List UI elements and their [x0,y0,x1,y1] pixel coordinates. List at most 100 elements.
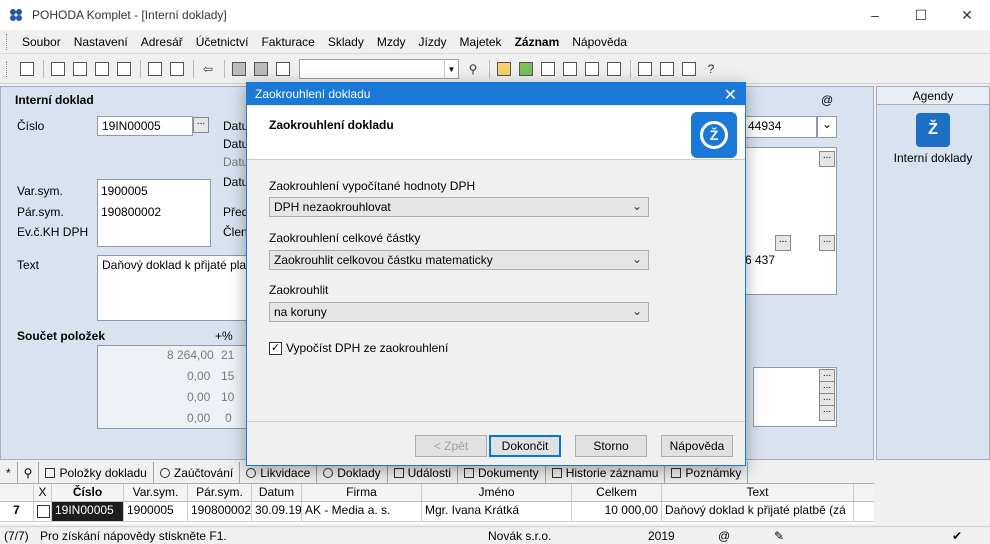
row-celkem: 10 000,00 [572,502,662,521]
finish-button[interactable]: Dokončit [489,435,561,457]
tab-polozky-dokladu[interactable]: Položky dokladu [39,461,154,484]
tab-filter-icon[interactable]: ⚲ [18,461,40,484]
row-varsym: 1900005 [124,502,188,521]
col-index [0,484,34,501]
minimize-button[interactable]: – [852,0,898,30]
filter-icon[interactable]: ⚲ [463,59,483,79]
internal-documents-icon[interactable]: Ž [916,113,950,147]
address-picker-button[interactable]: ... [819,151,835,167]
list-icon[interactable] [657,59,677,79]
cislo-picker-button[interactable]: ... [193,117,209,133]
round-to-select[interactable]: na koruny ⌄ [269,302,649,322]
pen-icon[interactable]: ✎ [774,529,784,543]
folder-icon[interactable] [494,59,514,79]
text-field[interactable]: Daňový doklad k přijaté plat [97,255,247,321]
vat-from-rounding-checkbox[interactable]: ✓ Vypočíst DPH ze zaokrouhlení [269,341,448,355]
money-icon[interactable] [516,59,536,79]
cislo-field[interactable]: 19IN00005 [97,116,193,136]
col-text[interactable]: Text [662,484,854,501]
filter-combo[interactable]: ▼ [299,59,459,79]
accounting-year: 2019 [648,529,675,543]
right-combo-field[interactable]: 44934 [743,116,817,138]
copy-icon[interactable] [273,59,293,79]
window-icon[interactable] [679,59,699,79]
email-status-icon[interactable]: @ [718,529,730,543]
edit-icon[interactable] [167,59,187,79]
chevron-down-icon: ⌄ [631,252,642,266]
maximize-button[interactable]: ☐ [898,0,944,30]
varsym-field[interactable]: 1900005 [101,184,148,198]
col-jmeno[interactable]: Jméno [422,484,572,501]
col-x[interactable]: X [34,484,52,501]
menu-sklady[interactable]: Sklady [323,35,369,49]
grid-icon[interactable] [582,59,602,79]
menu-fakturace[interactable]: Fakturace [256,35,319,49]
menu-mzdy[interactable]: Mzdy [372,35,411,49]
dialog-header-title: Zaokrouhlení dokladu [269,118,394,132]
menu-napoveda[interactable]: Nápověda [567,35,632,49]
checkbox-checked-icon[interactable]: ✓ [269,341,282,355]
document-icon [463,467,474,478]
new-record-icon[interactable] [145,59,165,79]
document-icon [671,467,682,478]
window-title: POHODA Komplet - [Interní doklady] [32,8,227,22]
col-celkem[interactable]: Celkem [572,484,662,501]
save-copy-icon[interactable] [251,59,271,79]
info-icon [159,467,170,478]
print-icon[interactable] [48,59,68,79]
calendar-icon[interactable] [560,59,580,79]
right-combo-arrow[interactable]: ⌄ [817,116,837,138]
tab-star[interactable]: * [0,461,18,484]
cancel-button[interactable]: Storno [575,435,647,457]
menu-ucetnictvi[interactable]: Účetnictví [191,35,254,49]
col-firma[interactable]: Firma [302,484,422,501]
menu-majetek[interactable]: Majetek [455,35,507,49]
col-varsym[interactable]: Var.sym. [124,484,188,501]
address-picker-button-3[interactable]: ... [819,235,835,251]
print-setup-icon[interactable] [70,59,90,79]
check-status-icon[interactable]: ✔ [952,529,962,543]
menu-bar: Soubor Nastavení Adresář Účetnictví Fakt… [0,30,990,54]
table-row[interactable]: 7 19IN00005 1900005 190800002 30.09.19 A… [0,502,874,522]
print-preview-icon[interactable] [92,59,112,79]
form-heading: Interní doklad [15,93,94,107]
message-icon[interactable] [635,59,655,79]
calculator-icon[interactable] [538,59,558,79]
back-button[interactable]: < Zpět [415,435,487,457]
clen-label: Člen [223,225,248,239]
dph-rounding-select[interactable]: DPH nezaokrouhlovat ⌄ [269,197,649,217]
sum-amount-2: 0,00 [187,369,211,383]
menu-adresar[interactable]: Adresář [136,35,188,49]
text-label: Text [17,258,40,272]
col-datum[interactable]: Datum [252,484,302,501]
address-picker-button-2[interactable]: ... [775,235,791,251]
list-icon [393,467,404,478]
menu-zaznam[interactable]: Záznam [510,35,565,49]
export-icon[interactable] [114,59,134,79]
back-arrow-icon[interactable]: ⇦ [198,59,218,79]
menu-nastaveni[interactable]: Nastavení [69,35,133,49]
notes-button-4[interactable]: ... [819,405,835,421]
agendy-item-interni-doklady[interactable]: Interní doklady [877,151,989,165]
save-icon[interactable] [229,59,249,79]
total-rounding-select[interactable]: Zaokrouhlit celkovou částku matematicky … [269,250,649,270]
menu-jizdy[interactable]: Jízdy [414,35,452,49]
dialog-close-icon[interactable]: ✕ [724,85,737,105]
iban-icon[interactable] [604,59,624,79]
close-window-button[interactable]: ✕ [944,0,990,30]
tab-zauctovani[interactable]: Zaúčtování [154,461,241,484]
email-at-icon: @ [821,93,834,107]
help-button[interactable]: Nápověda [661,435,733,457]
help-icon[interactable]: ? [701,59,721,79]
dph-rounding-value: DPH nezaokrouhlovat [274,200,391,214]
row-text: Daňový doklad k přijaté platbě (zá [662,502,854,521]
sum-amount-4: 0,00 [187,411,211,425]
col-parsym[interactable]: Pár.sym. [188,484,252,501]
parsym-field[interactable]: 190800002 [101,205,161,219]
exit-icon[interactable] [17,59,37,79]
col-cislo[interactable]: Číslo [52,484,124,501]
parsym-label: Pár.sym. [17,205,64,219]
menu-soubor[interactable]: Soubor [17,35,66,49]
row-checkbox[interactable] [34,502,52,521]
agendy-header: Agendy [877,87,989,105]
